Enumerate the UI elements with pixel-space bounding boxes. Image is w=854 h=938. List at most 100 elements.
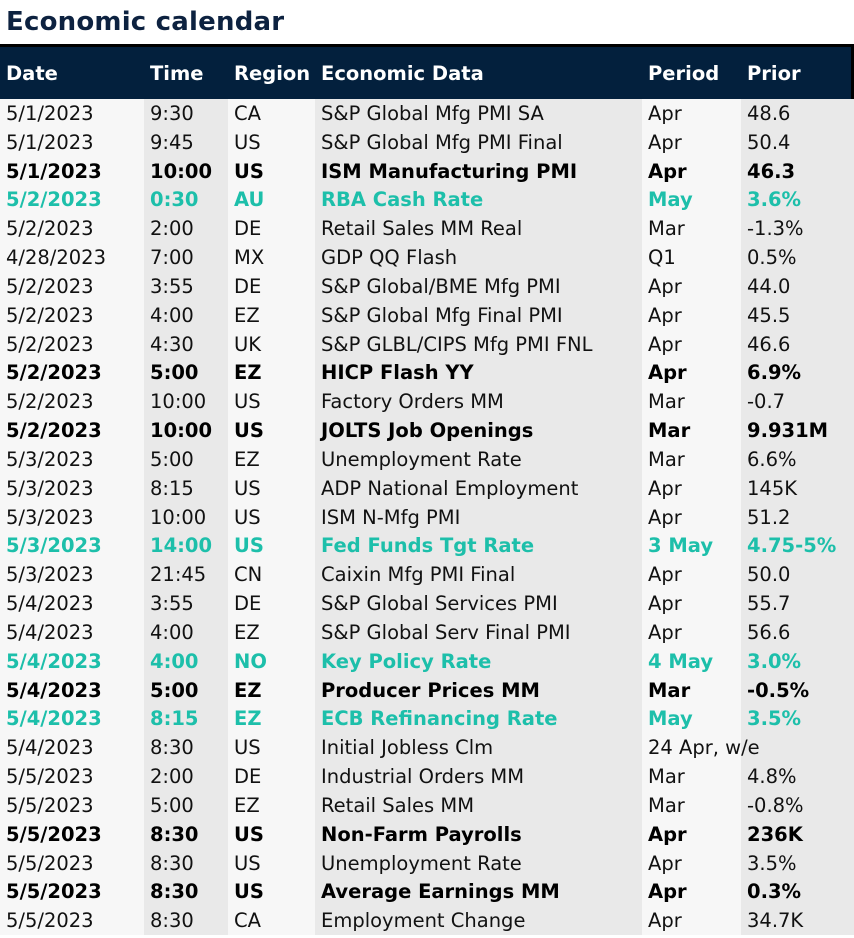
cell-region: EZ bbox=[234, 678, 262, 702]
cell-region: US bbox=[234, 505, 261, 529]
cell-date: 5/4/2023 bbox=[6, 649, 102, 673]
table-row[interactable]: 5/2/2023 4:00 EZ S&P Global Mfg Final PMI Ap… bbox=[0, 301, 854, 330]
table-row[interactable]: 4/28/2023 7:00 MX GDP QQ Flash Q1 0.5% bbox=[0, 243, 854, 272]
table-row[interactable]: 5/4/2023 8:30 US Initial Jobless Clm 24 Apr,… bbox=[0, 733, 854, 762]
cell-economic-data: Average Earnings MM bbox=[321, 880, 560, 904]
table-row[interactable]: 5/2/2023 4:30 UK S&P GLBL/CIPS Mfg PMI FNL A… bbox=[0, 330, 854, 359]
column-header-prior[interactable]: Prior bbox=[741, 47, 854, 99]
table-row[interactable]: 5/2/2023 10:00 US JOLTS Job Openings Mar 9.93… bbox=[0, 416, 854, 445]
cell-economic-data: Producer Prices MM bbox=[321, 678, 540, 702]
table-row[interactable]: 5/2/2023 3:55 DE S&P Global/BME Mfg PMI Apr 4… bbox=[0, 272, 854, 301]
cell-date: 5/4/2023 bbox=[6, 620, 94, 644]
cell-economic-data: Key Policy Rate bbox=[321, 649, 492, 673]
cell-economic-data: S&P GLBL/CIPS Mfg PMI FNL bbox=[321, 332, 593, 356]
cell-economic-data: Retail Sales MM bbox=[321, 793, 475, 817]
cell-date: 5/3/2023 bbox=[6, 447, 94, 471]
table-row[interactable]: 5/3/2023 14:00 US Fed Funds Tgt Rate 3 May 4.… bbox=[0, 531, 854, 560]
cell-date: 5/5/2023 bbox=[6, 909, 94, 933]
cell-economic-data: ADP National Employment bbox=[321, 476, 579, 500]
cell-period: Mar bbox=[648, 217, 685, 241]
cell-time: 14:00 bbox=[150, 534, 213, 558]
cell-prior: 3.5% bbox=[747, 851, 797, 875]
table-row[interactable]: 5/4/2023 5:00 EZ Producer Prices MM Mar -0.5% bbox=[0, 676, 854, 705]
table-row[interactable]: 5/1/2023 9:30 CA S&P Global Mfg PMI SA Apr 48… bbox=[0, 99, 854, 128]
cell-date: 5/1/2023 bbox=[6, 130, 94, 154]
cell-prior: 236K bbox=[747, 822, 803, 846]
table-row[interactable]: 5/4/2023 4:00 EZ S&P Global Serv Final PMI A… bbox=[0, 618, 854, 647]
table-row[interactable]: 5/3/2023 8:15 US ADP National Employment Apr… bbox=[0, 474, 854, 503]
cell-time: 21:45 bbox=[150, 563, 207, 587]
cell-region: US bbox=[234, 736, 261, 760]
cell-region: DE bbox=[234, 592, 262, 616]
cell-time: 4:00 bbox=[150, 649, 199, 673]
cell-time: 4:00 bbox=[150, 620, 194, 644]
column-header-time[interactable]: Time bbox=[144, 47, 228, 99]
table-row[interactable]: 5/5/2023 8:30 US Unemployment Rate Apr 3.5% bbox=[0, 849, 854, 878]
table-row[interactable]: 5/2/2023 0:30 AU RBA Cash Rate May 3.6% bbox=[0, 185, 854, 214]
table-row[interactable]: 5/2/2023 5:00 EZ HICP Flash YY Apr 6.9% bbox=[0, 358, 854, 387]
column-header-date[interactable]: Date bbox=[0, 47, 144, 99]
cell-period: Apr bbox=[648, 909, 682, 933]
table-row[interactable]: 5/5/2023 8:30 CA Employment Change Apr 34.7K bbox=[0, 906, 854, 935]
cell-economic-data: Employment Change bbox=[321, 909, 526, 933]
column-header-period[interactable]: Period bbox=[642, 47, 741, 99]
cell-economic-data: ECB Refinancing Rate bbox=[321, 707, 558, 731]
cell-prior: 50.0 bbox=[747, 563, 791, 587]
cell-time: 5:00 bbox=[150, 361, 199, 385]
table-row[interactable]: 5/5/2023 2:00 DE Industrial Orders MM Mar 4.8… bbox=[0, 762, 854, 791]
cell-date: 5/4/2023 bbox=[6, 736, 94, 760]
cell-prior: -1.3% bbox=[747, 217, 804, 241]
cell-prior: 51.2 bbox=[747, 505, 791, 529]
cell-region: DE bbox=[234, 274, 262, 298]
cell-date: 5/2/2023 bbox=[6, 390, 94, 414]
cell-prior: -0.8% bbox=[747, 793, 804, 817]
cell-date: 5/5/2023 bbox=[6, 765, 94, 789]
table-row[interactable]: 5/1/2023 9:45 US S&P Global Mfg PMI Final Ap… bbox=[0, 128, 854, 157]
cell-region: EZ bbox=[234, 620, 260, 644]
table-row[interactable]: 5/4/2023 8:15 EZ ECB Refinancing Rate May 3.5… bbox=[0, 704, 854, 733]
cell-region: EZ bbox=[234, 793, 260, 817]
cell-economic-data: S&P Global Mfg PMI SA bbox=[321, 102, 544, 125]
cell-period: 24 Apr, w/e bbox=[648, 736, 760, 760]
cell-prior bbox=[741, 733, 854, 762]
column-header-region[interactable]: Region bbox=[228, 47, 315, 99]
cell-date: 5/4/2023 bbox=[6, 707, 102, 731]
cell-period: Apr bbox=[648, 880, 687, 904]
cell-prior: -0.5% bbox=[747, 678, 810, 702]
cell-region: US bbox=[234, 390, 261, 414]
cell-region: US bbox=[234, 476, 261, 500]
cell-period: Apr bbox=[648, 361, 687, 385]
cell-region: EZ bbox=[234, 707, 262, 731]
cell-period: Apr bbox=[648, 332, 682, 356]
cell-prior: 9.931M bbox=[747, 419, 829, 443]
cell-time: 10:00 bbox=[150, 505, 207, 529]
cell-economic-data: S&P Global Mfg PMI Final bbox=[321, 130, 563, 154]
cell-period: Mar bbox=[648, 765, 685, 789]
column-header-economic-data[interactable]: Economic Data bbox=[315, 47, 642, 99]
cell-time: 4:00 bbox=[150, 303, 194, 327]
table-header: Date Time Region Economic Data Period Pr… bbox=[0, 44, 854, 99]
table-row[interactable]: 5/3/2023 10:00 US ISM N-Mfg PMI Apr 51.2 bbox=[0, 503, 854, 532]
table-row[interactable]: 5/1/2023 10:00 US ISM Manufacturing PMI Apr 4… bbox=[0, 157, 854, 186]
cell-date: 5/3/2023 bbox=[6, 534, 102, 558]
cell-period: Mar bbox=[648, 390, 685, 414]
cell-region: CA bbox=[234, 909, 261, 933]
table-row[interactable]: 5/5/2023 8:30 US Non-Farm Payrolls Apr 236K bbox=[0, 820, 854, 849]
table-row[interactable]: 5/5/2023 5:00 EZ Retail Sales MM Mar -0.8% bbox=[0, 791, 854, 820]
table-row[interactable]: 5/2/2023 2:00 DE Retail Sales MM Real Mar -1.… bbox=[0, 214, 854, 243]
table-row[interactable]: 5/3/2023 5:00 EZ Unemployment Rate Mar 6.6% bbox=[0, 445, 854, 474]
cell-date: 5/3/2023 bbox=[6, 476, 94, 500]
cell-prior: 0.3% bbox=[747, 880, 802, 904]
cell-date: 5/2/2023 bbox=[6, 217, 94, 241]
table-row[interactable]: 5/5/2023 8:30 US Average Earnings MM Apr 0.3% bbox=[0, 877, 854, 906]
table-row[interactable]: 5/4/2023 3:55 DE S&P Global Services PMI Apr… bbox=[0, 589, 854, 618]
cell-date: 5/3/2023 bbox=[6, 563, 94, 587]
cell-time: 4:30 bbox=[150, 332, 194, 356]
cell-date: 5/2/2023 bbox=[6, 361, 102, 385]
table-row[interactable]: 5/4/2023 4:00 NO Key Policy Rate 4 May 3.0% bbox=[0, 647, 854, 676]
table-row[interactable]: 5/2/2023 10:00 US Factory Orders MM Mar -0.7 bbox=[0, 387, 854, 416]
cell-prior: 6.9% bbox=[747, 361, 802, 385]
cell-time: 7:00 bbox=[150, 246, 194, 270]
table-row[interactable]: 5/3/2023 21:45 CN Caixin Mfg PMI Final Apr 50… bbox=[0, 560, 854, 589]
cell-date: 5/2/2023 bbox=[6, 303, 94, 327]
